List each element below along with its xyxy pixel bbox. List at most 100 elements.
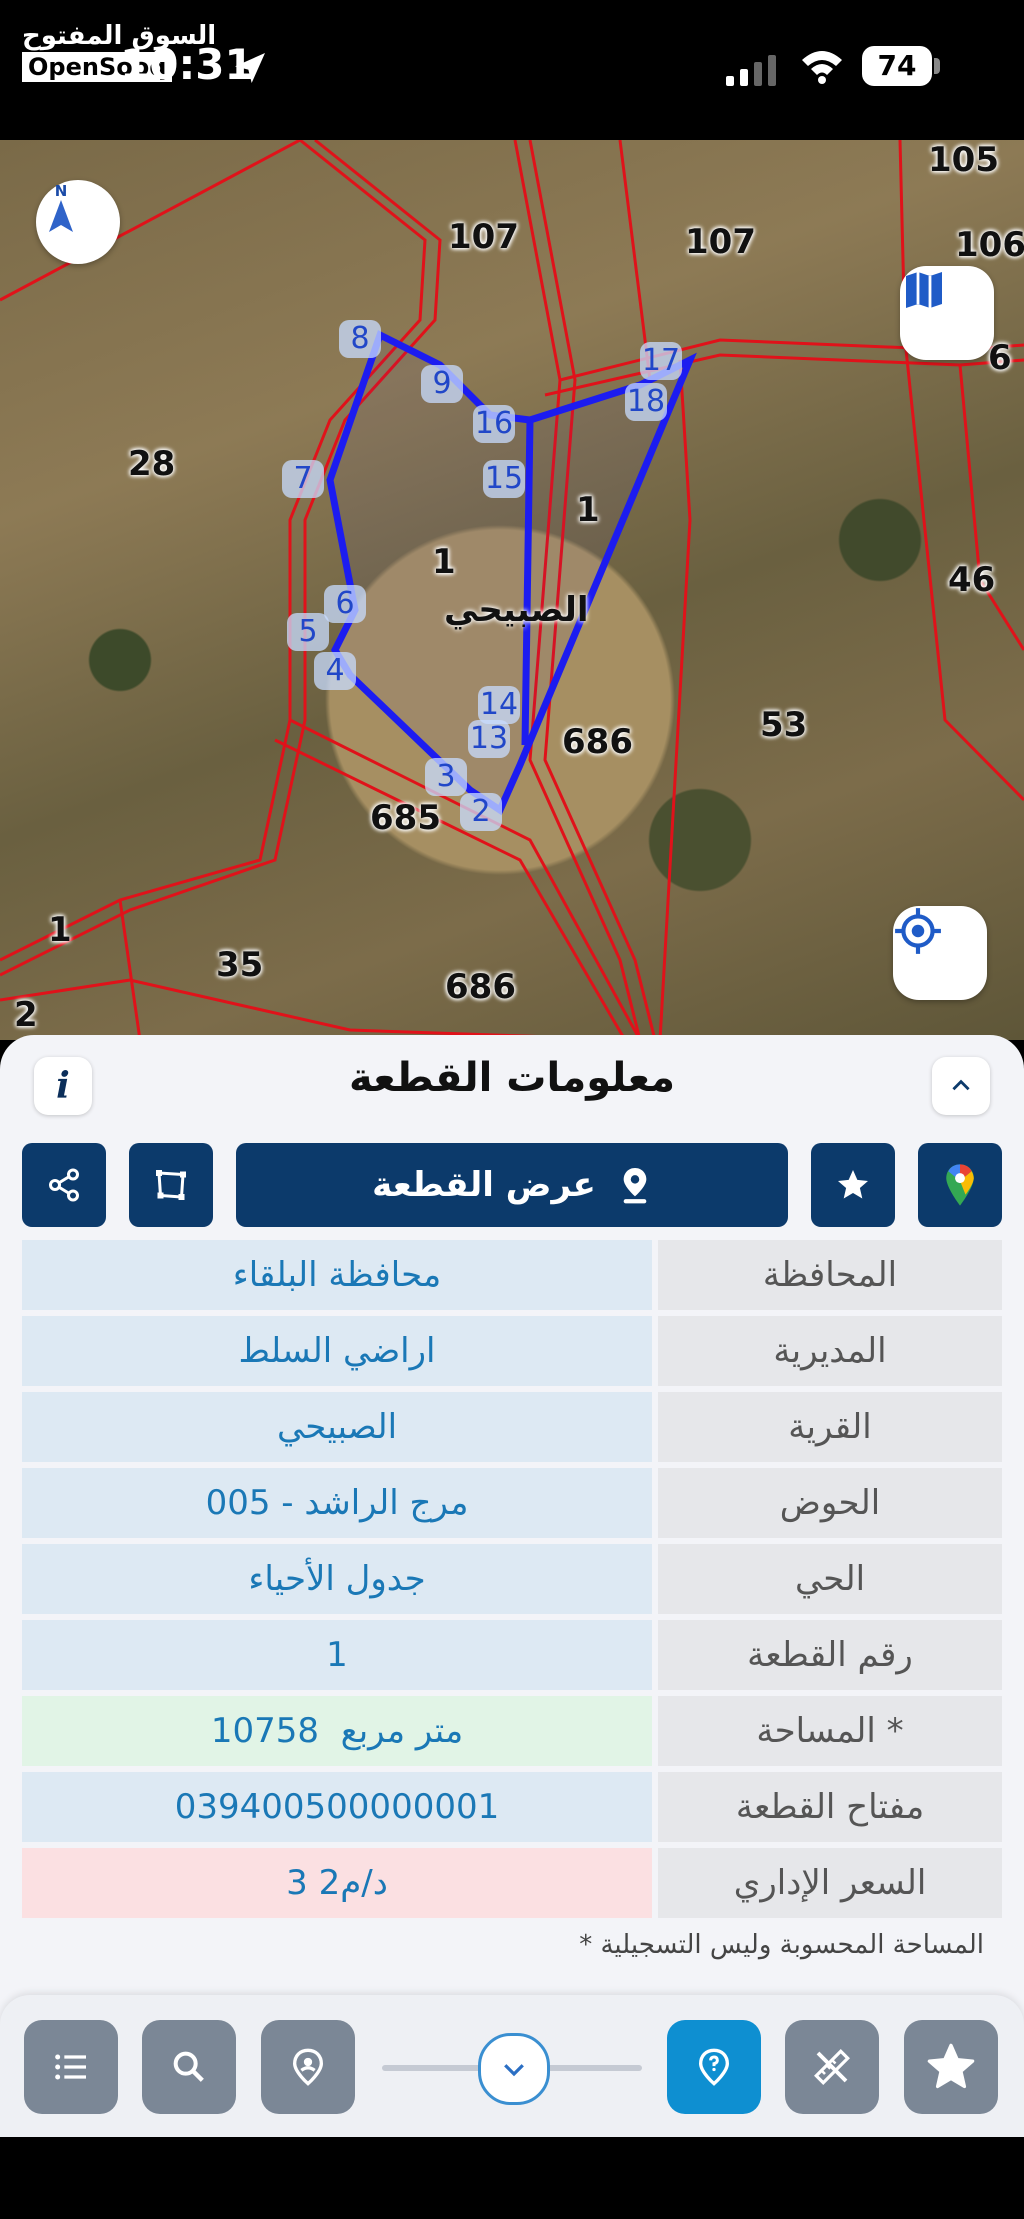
area-label: المساحة * [658, 1696, 1002, 1766]
admin-price-label: السعر الإداري [658, 1848, 1002, 1918]
show-parcel-button[interactable]: عرض القطعة [236, 1143, 788, 1227]
directorate-value: اراضي السلط [22, 1316, 652, 1386]
parcel-label: 107 [448, 217, 519, 257]
action-bar: عرض القطعة [22, 1143, 1002, 1227]
status-bar: السوق المفتوح OpenSooq 10:31 74 [0, 0, 1024, 140]
sheet-title: معلومات القطعة [349, 1055, 675, 1101]
table-row: 3 د/م2 السعر الإداري [22, 1848, 1002, 1918]
polygon-icon [156, 1170, 186, 1200]
star-icon [927, 2043, 975, 2089]
collapse-sheet-button[interactable] [932, 1057, 990, 1115]
search-button[interactable] [142, 2020, 236, 2114]
draw-polygon-button[interactable] [129, 1143, 213, 1227]
parcel-label: 2 [14, 995, 38, 1035]
parcel-label: 686 [445, 967, 516, 1007]
parcel-label: 28 [128, 444, 176, 484]
person-pin-button[interactable] [261, 2020, 355, 2114]
governorate-label: المحافظة [658, 1240, 1002, 1310]
directorate-label: المديرية [658, 1316, 1002, 1386]
parcel-label: 107 [685, 222, 756, 262]
table-row: جدول الأحياء الحي [22, 1544, 1002, 1614]
admin-price-value: 3 د/م2 [22, 1848, 652, 1918]
cellular-signal-icon [726, 55, 776, 86]
parcel-key-value: 039400500000001 [22, 1772, 652, 1842]
list-button[interactable] [24, 2020, 118, 2114]
village-label: القرية [658, 1392, 1002, 1462]
parcel-label: 1 [48, 910, 72, 950]
vertex-marker: 4 [314, 652, 356, 690]
parcel-label: 35 [216, 945, 264, 985]
parcel-label: 685 [370, 798, 441, 838]
parcel-info-sheet: i معلومات القطعة عرض القطعة محافظة البلق… [0, 1035, 1024, 2035]
compass-icon: N [49, 182, 73, 232]
opacity-slider-knob[interactable] [478, 2033, 550, 2105]
location-arrow-icon [235, 53, 265, 83]
question-pin-icon [698, 2048, 730, 2086]
measure-tools-button[interactable] [785, 2020, 879, 2114]
vertex-marker: 5 [287, 613, 329, 651]
vertex-marker: 16 [473, 405, 515, 443]
wifi-icon [802, 51, 842, 84]
parcel-key-label: مفتاح القطعة [658, 1772, 1002, 1842]
vertex-marker: 7 [282, 460, 324, 498]
vertex-marker: 13 [468, 720, 510, 758]
vertex-marker: 15 [483, 460, 525, 498]
share-icon [49, 1168, 79, 1202]
vertex-marker: 17 [640, 342, 682, 380]
compass-n-label: N [55, 182, 68, 200]
village-value: الصبيحي [22, 1392, 652, 1462]
vertex-marker: 14 [478, 686, 520, 724]
parcel-number-value: 1 [22, 1620, 652, 1690]
table-row: محافظة البلقاء المحافظة [22, 1240, 1002, 1310]
parcel-query-button[interactable] [667, 2020, 761, 2114]
chevron-down-icon [504, 2064, 524, 2077]
vertex-marker: 3 [425, 758, 467, 796]
favorite-button[interactable] [811, 1143, 895, 1227]
neighborhood-label: الحي [658, 1544, 1002, 1614]
parcel-label: 1 [432, 542, 456, 582]
area-value: 10758 متر مربع [22, 1696, 652, 1766]
show-parcel-label: عرض القطعة [372, 1165, 596, 1205]
table-row: 10758 متر مربع المساحة * [22, 1696, 1002, 1766]
map-pin-icon [623, 1168, 647, 1204]
neighborhood-value: جدول الأحياء [22, 1544, 652, 1614]
table-row: اراضي السلط المديرية [22, 1316, 1002, 1386]
map-layers-icon [906, 272, 942, 308]
parcel-label: 686 [562, 722, 633, 762]
governorate-value: محافظة البلقاء [22, 1240, 652, 1310]
vertex-marker: 18 [625, 383, 667, 421]
locate-icon [895, 908, 941, 954]
parcel-number-label: رقم القطعة [658, 1620, 1002, 1690]
google-maps-button[interactable] [918, 1143, 1002, 1227]
share-button[interactable] [22, 1143, 106, 1227]
person-pin-icon [292, 2048, 324, 2086]
basin-label: الحوض [658, 1468, 1002, 1538]
table-row: مرج الراشد - 005 الحوض [22, 1468, 1002, 1538]
locate-me-button[interactable] [893, 906, 987, 1000]
google-maps-icon [946, 1164, 974, 1206]
area-footnote: * المساحة المحسوبة وليس التسجيلية [579, 1930, 984, 1960]
vertex-marker: 9 [421, 365, 463, 403]
home-indicator-area [0, 2137, 1024, 2219]
vertex-marker: 8 [339, 320, 381, 358]
battery-indicator: 74 [862, 46, 932, 86]
search-icon [173, 2051, 204, 2082]
parcel-label: 46 [948, 560, 996, 600]
ruler-pencil-icon [814, 2049, 850, 2085]
table-row: 039400500000001 مفتاح القطعة [22, 1772, 1002, 1842]
parcel-label: 105 [928, 140, 999, 180]
compass-button[interactable]: N [36, 180, 120, 264]
list-icon [55, 2054, 86, 2080]
satellite-map[interactable]: 107 107 105 106 6 28 1 1 46 53 686 685 1… [0, 140, 1024, 1040]
village-name-label: الصبيحي [444, 590, 589, 630]
star-icon [838, 1170, 868, 1199]
parcel-label: 53 [760, 705, 808, 745]
parcel-label: 1 [576, 490, 600, 530]
vertex-marker: 6 [324, 585, 366, 623]
parcel-label: 106 [955, 225, 1024, 265]
map-layers-button[interactable] [900, 266, 994, 360]
battery-tip [934, 58, 940, 74]
bottom-toolbar [0, 1995, 1024, 2137]
favorites-button[interactable] [904, 2020, 998, 2114]
chevron-up-icon [952, 1079, 970, 1091]
